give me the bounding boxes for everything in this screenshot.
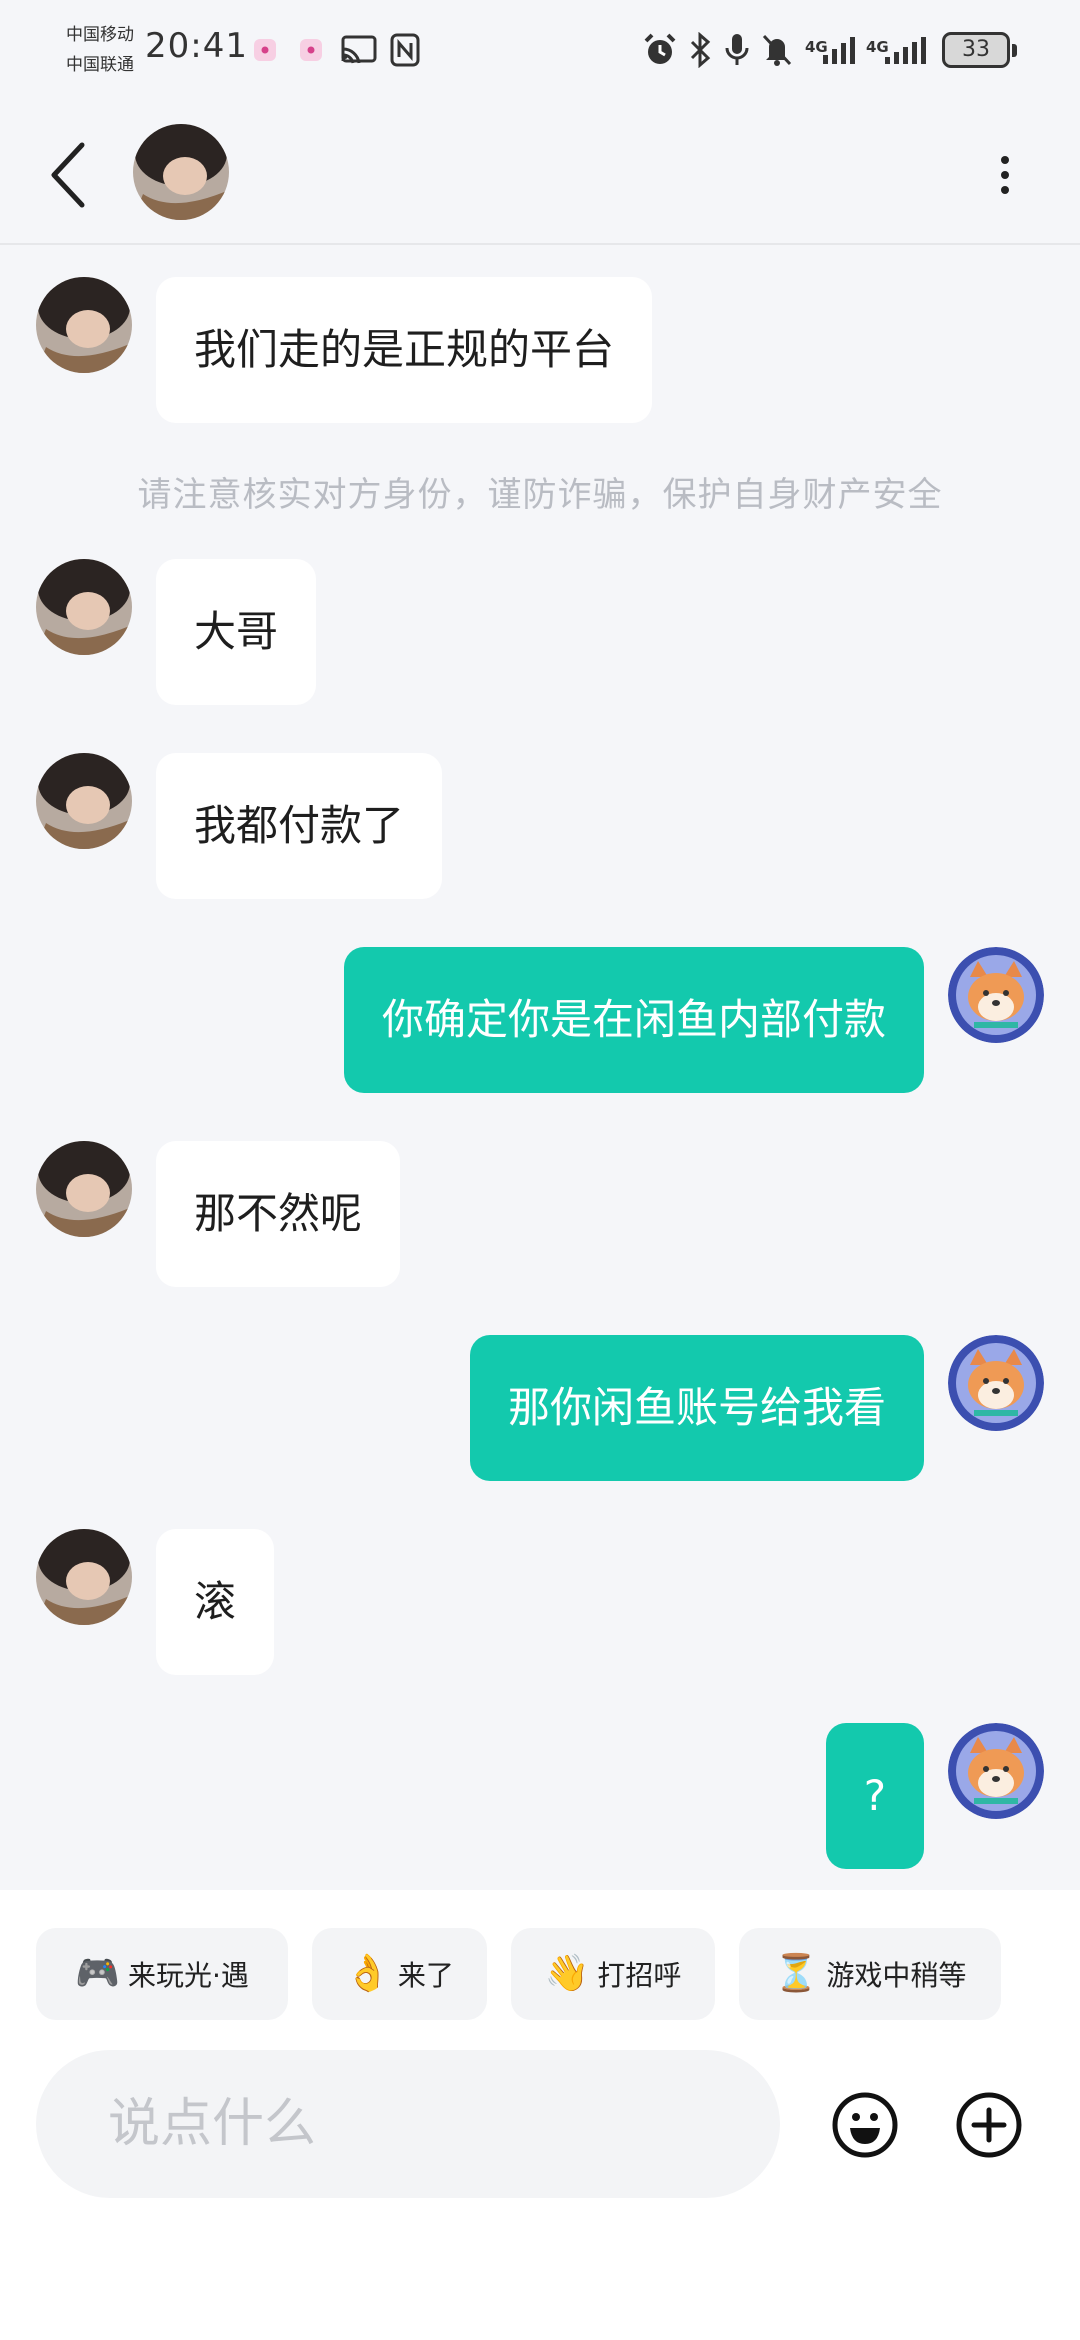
contact-avatar[interactable] <box>36 753 132 849</box>
notification-app-icon <box>296 30 326 70</box>
message-bubble-outgoing[interactable]: 那你闲鱼账号给我看 <box>469 1335 924 1481</box>
alarm-icon <box>640 30 680 70</box>
contact-avatar[interactable] <box>36 559 132 655</box>
contact-avatar[interactable] <box>133 124 229 220</box>
add-attachment-button[interactable] <box>954 2090 1024 2160</box>
my-avatar[interactable] <box>948 1335 1044 1431</box>
quick-reply-chip[interactable]: 👌 来了 <box>312 1928 487 2020</box>
nfc-icon <box>388 30 422 70</box>
message-bubble-incoming[interactable]: 大哥 <box>156 559 317 705</box>
message-bubble-outgoing[interactable]: 你确定你是在闲鱼内部付款 <box>343 947 924 1093</box>
message-bubble-incoming[interactable]: 滚 <box>156 1529 275 1675</box>
back-button[interactable] <box>40 135 100 215</box>
microphone-icon <box>722 30 752 70</box>
plus-circle-icon <box>956 2092 1022 2158</box>
quick-reply-label: 游戏中稍等 <box>826 1959 967 1992</box>
battery-tip <box>1012 44 1017 57</box>
ok-hand-icon: 👌 <box>345 1953 390 1994</box>
gamepad-icon: 🎮 <box>75 1953 120 1994</box>
cast-icon <box>338 30 380 70</box>
status-time: 20:41 <box>145 26 248 66</box>
status-bar: 中国移动 中国联通 20:41 4G 4G 33 <box>0 0 1080 100</box>
emoji-button[interactable] <box>830 2090 900 2160</box>
carrier-1: 中国移动 <box>66 25 134 45</box>
carrier-2: 中国联通 <box>66 55 134 75</box>
quick-reply-label: 来了 <box>397 1959 454 1992</box>
chevron-left-icon <box>51 142 85 208</box>
quick-reply-chip[interactable]: 🎮 来玩光·遇 <box>36 1928 288 2020</box>
bluetooth-icon <box>686 30 716 70</box>
contact-avatar[interactable] <box>36 1141 132 1237</box>
message-bubble-outgoing[interactable]: ? <box>825 1723 924 1869</box>
chat-header <box>0 100 1080 245</box>
hourglass-icon: ⏳ <box>773 1953 819 1994</box>
carrier-names: 中国移动 中国联通 <box>66 20 134 80</box>
my-avatar[interactable] <box>948 947 1044 1043</box>
signal-icon <box>882 30 932 70</box>
quick-reply-label: 来玩光·遇 <box>127 1959 249 1992</box>
contact-avatar[interactable] <box>36 277 132 373</box>
quick-reply-chip[interactable]: ⏳ 游戏中稍等 <box>739 1928 1001 2020</box>
smiley-icon <box>832 2092 898 2158</box>
safety-notice: 请注意核实对方身份，谨防诈骗，保护自身财产安全 <box>137 475 943 515</box>
composer: 🎮 来玩光·遇 👌 来了 👋 打招呼 ⏳ 游戏中稍等 说点什么 <box>0 1890 1080 2340</box>
signal-icon <box>820 30 860 70</box>
contact-avatar[interactable] <box>36 1529 132 1625</box>
notification-app-icon <box>250 30 280 70</box>
quick-reply-label: 打招呼 <box>597 1959 682 1992</box>
message-bubble-incoming[interactable]: 那不然呢 <box>156 1141 401 1287</box>
battery-indicator: 33 <box>942 32 1010 68</box>
more-options-button[interactable] <box>985 145 1025 205</box>
quick-reply-chip[interactable]: 👋 打招呼 <box>511 1928 715 2020</box>
message-list[interactable]: 我们走的是正规的平台 请注意核实对方身份，谨防诈骗，保护自身财产安全 大哥 我都… <box>0 245 1080 1890</box>
my-avatar[interactable] <box>948 1723 1044 1819</box>
message-bubble-incoming[interactable]: 我都付款了 <box>156 753 443 899</box>
message-bubble-incoming[interactable]: 我们走的是正规的平台 <box>156 277 653 423</box>
mute-icon <box>760 30 794 70</box>
more-vertical-icon <box>1001 156 1009 194</box>
message-input[interactable]: 说点什么 <box>36 2050 780 2198</box>
waving-hand-icon: 👋 <box>544 1953 590 1994</box>
